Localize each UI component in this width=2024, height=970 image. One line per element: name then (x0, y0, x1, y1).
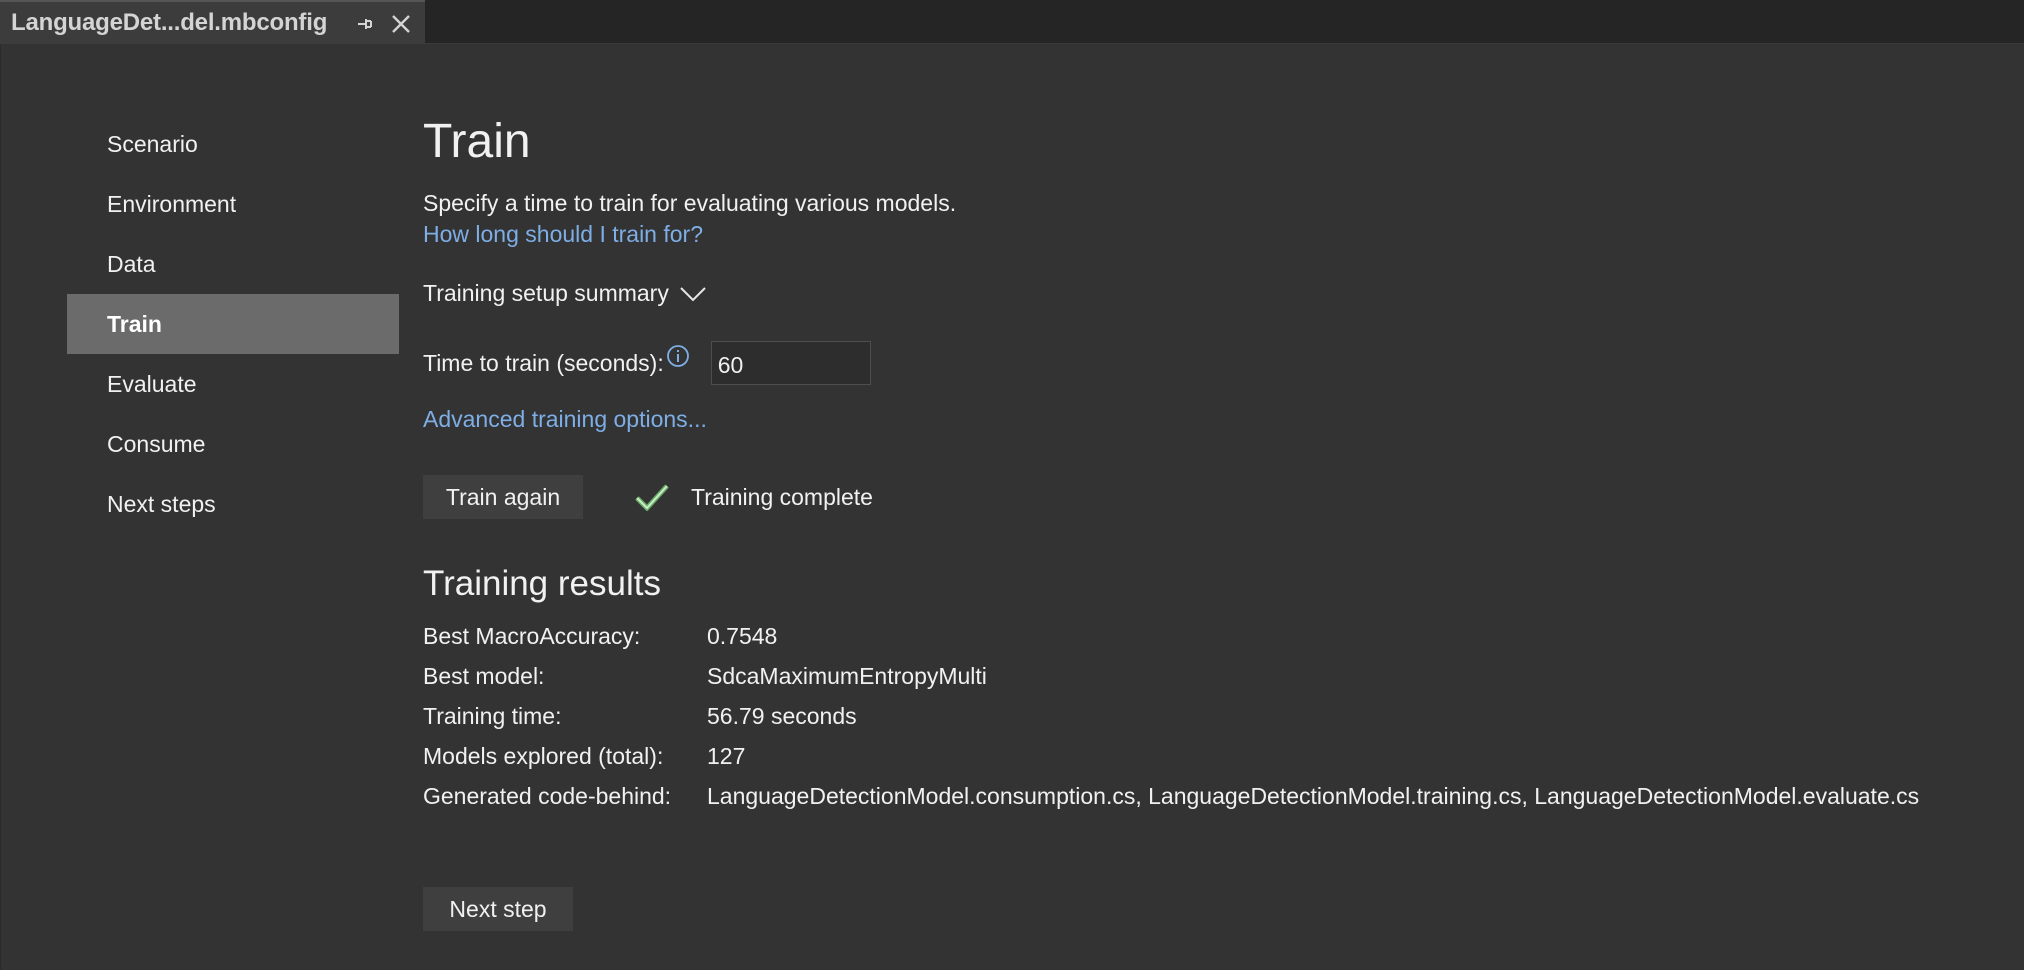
training-status: Training complete (635, 475, 873, 519)
checkmark-icon (635, 484, 669, 511)
result-value: 0.7548 (707, 622, 778, 649)
result-value: LanguageDetectionModel.consumption.cs, L… (707, 782, 1920, 809)
training-setup-summary-toggle[interactable]: Training setup summary (423, 280, 707, 307)
train-description: Specify a time to train for evaluating v… (423, 190, 957, 216)
close-icon[interactable] (390, 13, 412, 35)
train-again-button[interactable]: Train again (423, 475, 583, 519)
result-label: Models explored (total): (423, 742, 664, 769)
result-value: SdcaMaximumEntropyMulti (707, 662, 987, 689)
result-value: 127 (707, 742, 746, 769)
document-tab-title: LanguageDet...del.mbconfig (11, 9, 328, 36)
nav-item-next-steps[interactable]: Next steps (67, 474, 399, 534)
document-tab-strip: LanguageDet...del.mbconfig (0, 0, 2024, 44)
nav-item-train[interactable]: Train (67, 294, 399, 354)
chevron-down-icon (680, 286, 706, 301)
result-label: Best MacroAccuracy: (423, 622, 641, 649)
result-label: Generated code-behind: (423, 782, 672, 809)
info-icon[interactable] (666, 344, 690, 368)
time-to-train-label: Time to train (seconds): (423, 349, 664, 376)
training-results-title: Training results (423, 564, 661, 603)
next-step-button[interactable]: Next step (423, 887, 573, 931)
nav-item-scenario[interactable]: Scenario (67, 114, 399, 174)
nav-item-consume[interactable]: Consume (67, 414, 399, 474)
advanced-training-options-link[interactable]: Advanced training options... (423, 406, 707, 433)
nav-item-evaluate[interactable]: Evaluate (67, 354, 399, 414)
training-status-text: Training complete (691, 483, 873, 510)
document-tab[interactable]: LanguageDet...del.mbconfig (0, 0, 425, 44)
training-setup-summary-label: Training setup summary (423, 280, 669, 306)
nav-item-environment[interactable]: Environment (67, 174, 399, 234)
time-to-train-input[interactable] (710, 341, 871, 385)
how-long-train-link[interactable]: How long should I train for? (423, 221, 703, 248)
time-to-train-row: Time to train (seconds): (423, 340, 871, 386)
result-value: 56.79 seconds (707, 702, 857, 729)
result-label: Training time: (423, 702, 562, 729)
model-builder-panel: Scenario Environment Data Train Evaluate… (0, 44, 2024, 970)
nav-item-data[interactable]: Data (67, 234, 399, 294)
result-label: Best model: (423, 662, 545, 689)
page-title: Train (423, 115, 531, 168)
pin-icon[interactable] (354, 13, 376, 35)
